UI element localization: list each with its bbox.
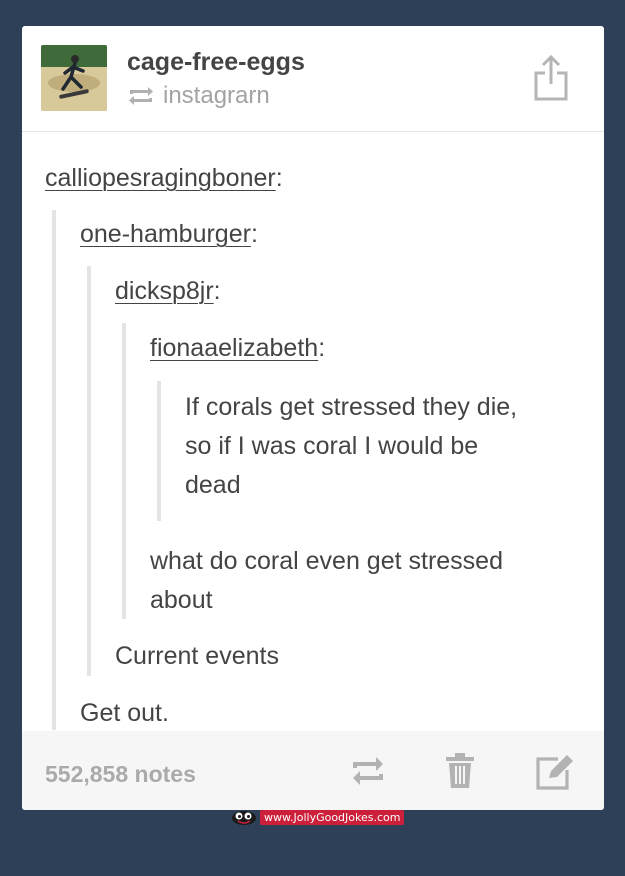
quoted-text-line: dead: [185, 471, 241, 499]
logo-icon: [232, 811, 256, 825]
post-card: cage-free-eggs instagrarn calliopesragin…: [22, 26, 604, 810]
quoted-text-line: If corals get stressed they die,: [185, 393, 518, 421]
quote-bar: [157, 381, 161, 521]
thread-author-3: fionaaelizabeth:: [150, 334, 326, 362]
post-header: cage-free-eggs instagrarn: [22, 26, 604, 132]
reply-text-line: what do coral even get stressed: [150, 547, 503, 575]
thread-author-0: calliopesragingboner:: [45, 164, 283, 192]
reply-text-2: Current events: [115, 642, 279, 670]
quoted-text: If corals get stressed they die, so if I…: [185, 388, 517, 505]
quoted-text-line: so if I was coral I would be: [185, 432, 479, 460]
edit-icon: [536, 755, 573, 790]
edit-button[interactable]: [534, 752, 576, 797]
thread-author-link[interactable]: calliopesragingboner: [45, 164, 276, 192]
watermark-text: www.JollyGoodJokes.com: [260, 809, 405, 825]
reblog-icon: [129, 87, 153, 105]
reblog-icon: [353, 757, 383, 785]
avatar[interactable]: [41, 45, 107, 111]
delete-button[interactable]: [443, 752, 477, 795]
reblog-source[interactable]: instagrarn: [126, 82, 270, 110]
trash-icon: [446, 753, 474, 788]
thread-author-2: dicksp8jr:: [115, 277, 221, 305]
reblog-button[interactable]: [348, 752, 388, 795]
thread-author-link[interactable]: one-hamburger: [80, 220, 251, 248]
thread-author-link[interactable]: dicksp8jr: [115, 277, 214, 305]
reply-text-line: about: [150, 586, 213, 614]
reply-text-1: what do coral even get stressed about: [150, 542, 503, 620]
thread-divider: [52, 210, 56, 730]
thread-author-1: one-hamburger:: [80, 220, 258, 248]
reblog-source-label: instagrarn: [163, 82, 270, 109]
share-button[interactable]: [531, 54, 571, 104]
thread-author-link[interactable]: fionaaelizabeth: [150, 334, 318, 362]
post-footer: 552,858 notes: [22, 731, 604, 810]
post-author-name[interactable]: cage-free-eggs: [127, 48, 305, 77]
watermark: www.JollyGoodJokes.com: [230, 807, 405, 827]
notes-count[interactable]: 552,858 notes: [45, 761, 196, 788]
share-icon: [534, 54, 568, 101]
thread-divider: [87, 266, 91, 676]
reply-text-3: Get out.: [80, 699, 169, 727]
thread-divider: [122, 323, 126, 619]
